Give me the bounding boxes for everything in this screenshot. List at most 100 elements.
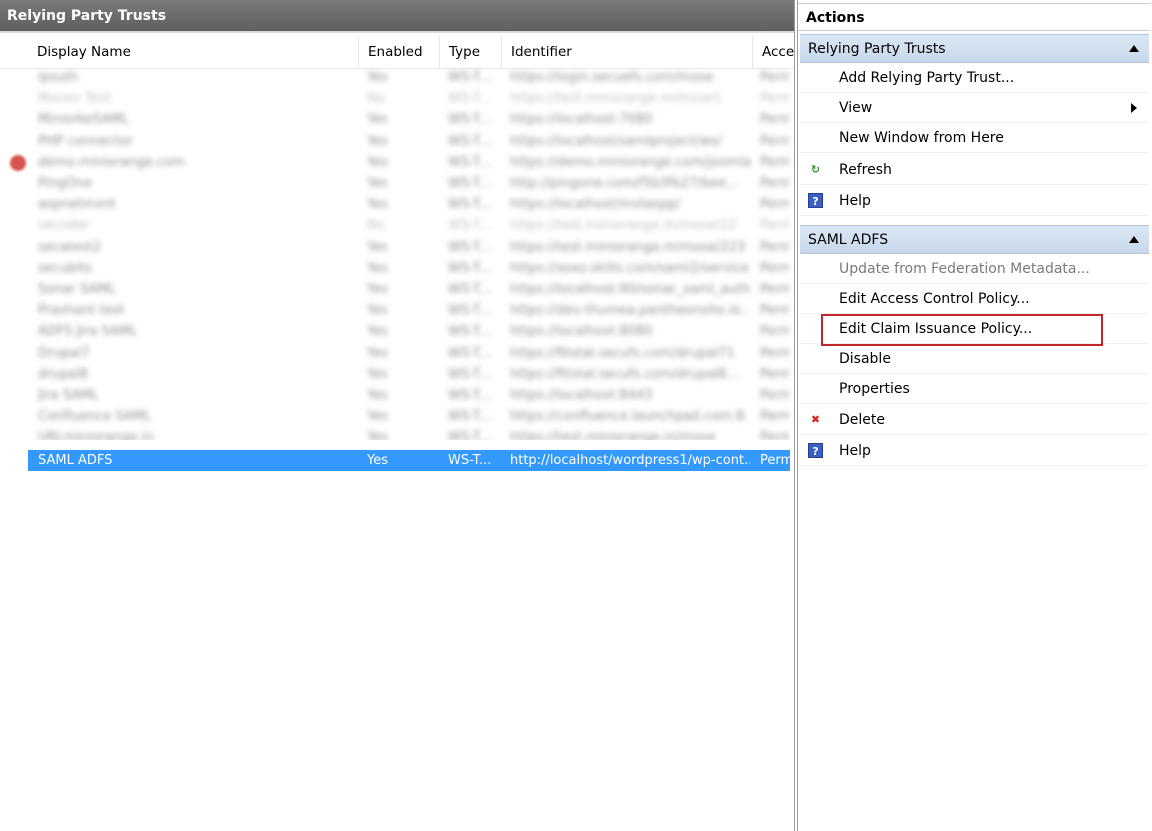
cell-enabled: Yes bbox=[367, 453, 388, 468]
cell-enabled: Yes bbox=[367, 388, 388, 403]
cell-enabled: Yes bbox=[367, 324, 388, 340]
table-row[interactable]: PingOne Yes WS-T... http://pingone.com/f5b3… bbox=[28, 173, 790, 194]
action-add-relying-party-trust[interactable]: Add Relying Party Trust... bbox=[800, 63, 1149, 93]
cell-identifier: https://xoxo.skills.com/saml2/service... bbox=[510, 260, 750, 276]
cell-enabled: Yes bbox=[367, 133, 388, 149]
cell-identifier: https://test.mmorange.m/mose1 bbox=[510, 91, 722, 107]
refresh-icon: ↻ bbox=[810, 163, 821, 176]
action-edit-access-control-policy[interactable]: Edit Access Control Policy... bbox=[800, 284, 1149, 314]
cell-access: Perm bbox=[760, 430, 790, 441]
table-row[interactable]: Prashant test Yes WS-T... https://dev-thume… bbox=[28, 300, 790, 321]
action-label: View bbox=[839, 100, 873, 116]
collapse-arrow-icon[interactable] bbox=[1129, 45, 1139, 52]
cell-display-name: MiniorkeSAML bbox=[38, 112, 129, 128]
cell-access: Perm bbox=[760, 388, 790, 403]
cell-access: Perm bbox=[760, 453, 790, 468]
cell-access: Perm bbox=[760, 133, 790, 149]
table-row[interactable]: secnder No WS-T... https://test.miniorange.… bbox=[28, 215, 790, 236]
action-label: Help bbox=[839, 443, 871, 459]
section-header[interactable]: SAML ADFS bbox=[800, 225, 1149, 254]
cell-enabled: Yes bbox=[367, 430, 388, 441]
action-refresh[interactable]: ↻ Refresh bbox=[800, 155, 1149, 185]
cell-display-name: Prashant test bbox=[38, 303, 125, 319]
table-row[interactable]: secubits Yes WS-T... https://xoxo.skills.co… bbox=[28, 258, 790, 279]
action-delete[interactable]: ✖ Delete bbox=[800, 405, 1149, 435]
cell-access: Perm bbox=[760, 197, 790, 213]
cell-type: WS-T... bbox=[448, 409, 492, 425]
cell-access: Perm bbox=[760, 218, 790, 234]
table-row[interactable]: Maven Test No WS-T... https://test.mmorange… bbox=[28, 88, 790, 109]
action-help[interactable]: ? Help bbox=[800, 436, 1149, 466]
cell-access: Perm bbox=[760, 91, 790, 107]
cell-enabled: Yes bbox=[367, 176, 388, 191]
action-help[interactable]: ? Help bbox=[800, 186, 1149, 216]
table-row[interactable]: drupal8 Yes WS-T... https://fttstal.secufs.… bbox=[28, 364, 790, 385]
cell-enabled: Yes bbox=[367, 197, 388, 213]
cell-display-name: Jira SAML bbox=[38, 388, 99, 403]
column-header-type[interactable]: Type bbox=[439, 36, 501, 68]
table-row[interactable]: aspnetmvnt Yes WS-T... https://localhost/mv… bbox=[28, 194, 790, 215]
table-row-selected[interactable]: SAML ADFS Yes WS-T... http://localhost/word… bbox=[28, 450, 790, 471]
table-row[interactable]: Drupal7 Yes WS-T... https://fttstal.secufs.… bbox=[28, 343, 790, 364]
table-row[interactable]: URLminiorange.in Yes WS-T... https://test.m… bbox=[28, 427, 790, 440]
cell-identifier: https://dev-thumea.pantheonsite.io... bbox=[510, 303, 750, 319]
cell-type: WS-T... bbox=[448, 154, 492, 170]
cell-access: Perm bbox=[760, 324, 790, 340]
table-row[interactable]: Sonar SAML Yes WS-T... https://localhost:90… bbox=[28, 279, 790, 300]
action-label: Update from Federation Metadata... bbox=[839, 261, 1090, 277]
cell-enabled: Yes bbox=[367, 282, 388, 297]
cell-access: Perm bbox=[760, 366, 790, 382]
cell-display-name: Drupal7 bbox=[38, 345, 90, 361]
cell-identifier: https://test.miniorange.in/mose bbox=[510, 430, 716, 441]
column-header-identifier[interactable]: Identifier bbox=[501, 36, 752, 68]
cell-access: Perm bbox=[760, 239, 790, 255]
cell-identifier: https://login.secuefs.com/mose bbox=[510, 70, 714, 85]
action-label: Properties bbox=[839, 381, 910, 397]
cell-type: WS-T... bbox=[448, 345, 492, 361]
cell-identifier: https://fttstal.secufs.com/drupal71 bbox=[510, 345, 735, 361]
cell-display-name: SAML ADFS bbox=[38, 453, 113, 468]
column-header-display-name[interactable]: Display Name bbox=[28, 36, 358, 68]
cell-enabled: Yes bbox=[367, 154, 388, 170]
cell-identifier: https://localhost:7080 bbox=[510, 112, 653, 128]
action-label: Add Relying Party Trust... bbox=[839, 70, 1015, 86]
action-label: Edit Access Control Policy... bbox=[839, 291, 1030, 307]
section-header[interactable]: Relying Party Trusts bbox=[800, 34, 1149, 63]
cell-display-name: Confluence SAML bbox=[38, 409, 152, 425]
cell-type: WS-T... bbox=[448, 453, 492, 468]
action-view[interactable]: View bbox=[800, 93, 1149, 123]
cell-access: Perm bbox=[760, 303, 790, 319]
cell-display-name: ipsuth bbox=[38, 70, 79, 85]
table-row[interactable]: MiniorkeSAML Yes WS-T... https://localhost:… bbox=[28, 109, 790, 130]
table-row[interactable]: Jira SAML Yes WS-T... https://localhost:844… bbox=[28, 385, 790, 406]
table-row[interactable]: Confluence SAML Yes WS-T... https://conflue… bbox=[28, 406, 790, 427]
cell-identifier: https://localhost:8443 bbox=[510, 388, 653, 403]
cell-enabled: Yes bbox=[367, 239, 388, 255]
cell-access: Perm bbox=[760, 176, 790, 191]
column-header-access-control[interactable]: Acce bbox=[752, 36, 794, 68]
table-row[interactable]: ADFS Jira SAML Yes WS-T... https://localhos… bbox=[28, 321, 790, 342]
help-icon: ? bbox=[808, 443, 823, 458]
action-new-window-from-here[interactable]: New Window from Here bbox=[800, 123, 1149, 153]
action-disable[interactable]: Disable bbox=[800, 344, 1149, 374]
collapse-arrow-icon[interactable] bbox=[1129, 236, 1139, 243]
action-edit-claim-issuance-policy[interactable]: Edit Claim Issuance Policy... bbox=[800, 314, 1149, 344]
cell-identifier: https://localhost/mvtaspp/ bbox=[510, 197, 681, 213]
cell-enabled: Yes bbox=[367, 366, 388, 382]
help-icon: ? bbox=[808, 193, 823, 208]
cell-access: Perm bbox=[760, 70, 790, 85]
table-row[interactable]: demo.miniorange.com Yes WS-T... https://dem… bbox=[28, 152, 790, 173]
cell-type: WS-T... bbox=[448, 430, 492, 441]
cell-display-name: PHP connector bbox=[38, 133, 133, 149]
action-properties[interactable]: Properties bbox=[800, 374, 1149, 404]
cell-display-name: Maven Test bbox=[38, 91, 111, 107]
cell-identifier: https://localhost:8080 bbox=[510, 324, 653, 340]
table-row[interactable]: PHP connector Yes WS-T... https://localhost… bbox=[28, 131, 790, 152]
cell-identifier: http://pingone.com/f5b3fb27/bee... bbox=[510, 176, 739, 191]
table-row[interactable]: ipsuth Yes WS-T... https://login.secuefs.co… bbox=[28, 67, 790, 88]
actions-title: Actions bbox=[798, 3, 1151, 31]
table-row[interactable]: secatest2 Yes WS-T... https://test.minioran… bbox=[28, 237, 790, 258]
column-header-enabled[interactable]: Enabled bbox=[358, 36, 439, 68]
pane-title: Relying Party Trusts bbox=[0, 0, 794, 33]
action-label: New Window from Here bbox=[839, 130, 1004, 146]
